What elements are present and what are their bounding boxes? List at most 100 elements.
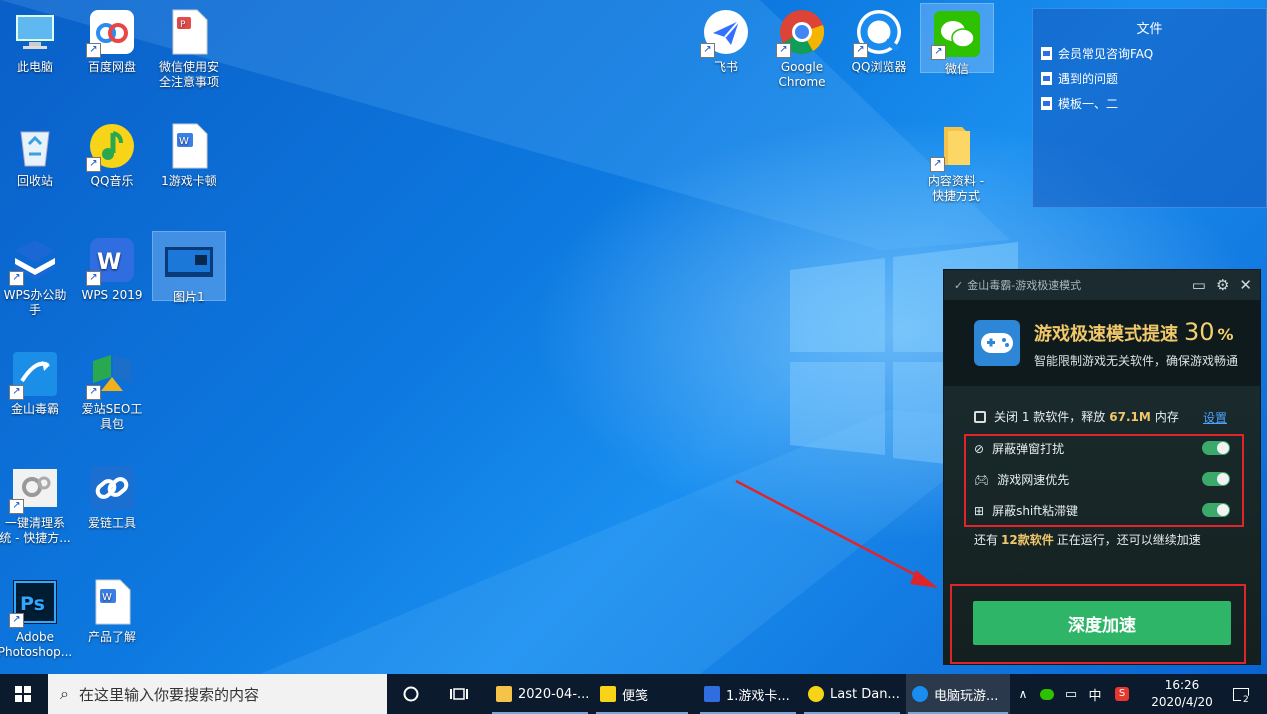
feedback-icon[interactable]: ▭: [1192, 276, 1206, 294]
remaining-prefix: 还有: [974, 533, 999, 547]
shortcut-arrow-icon: ↗: [9, 271, 24, 286]
desktop-icon-game-lag[interactable]: W 1游戏卡顿: [151, 116, 227, 189]
panel-title: 金山毒霸-游戏极速模式: [967, 279, 1082, 292]
close-icon[interactable]: ✕: [1239, 276, 1252, 294]
notification-center-button[interactable]: 2: [1226, 674, 1256, 714]
icon-label: 手: [28, 303, 41, 317]
clock-date: 2020/4/20: [1151, 695, 1213, 709]
icon-label: 回收站: [16, 174, 53, 188]
taskbar-app-qq-browser[interactable]: 电脑玩游...: [906, 674, 1010, 714]
cortana-circle-icon: [403, 686, 419, 702]
start-button[interactable]: [0, 674, 46, 714]
widget-file-item[interactable]: 遇到的问题: [1041, 70, 1266, 87]
desktop-icon-feishu[interactable]: ↗ 飞书: [688, 2, 764, 75]
desktop-icon-qq-browser[interactable]: ↗ QQ浏览器: [841, 2, 917, 75]
widget-file-item[interactable]: 模板一、二: [1041, 95, 1266, 112]
notification-count-badge: 2: [1241, 695, 1251, 705]
icon-label: WPS 2019: [81, 288, 143, 302]
widget-file-item[interactable]: 会员常见咨询FAQ: [1041, 45, 1266, 62]
app-label: 便笺: [622, 688, 649, 704]
icon-label: 全注意事项: [158, 75, 219, 89]
taskbar-search-box[interactable]: ⌕ 在这里输入你要搜索的内容: [48, 674, 387, 714]
taskbar-app-folder[interactable]: 2020-04-...: [490, 674, 590, 714]
desktop-icon-wps-assistant[interactable]: ↗ WPS办公助 手: [0, 230, 73, 318]
cortana-button[interactable]: [396, 674, 426, 714]
file-name: 遇到的问题: [1058, 72, 1119, 86]
icon-label: 百度网盘: [87, 60, 136, 74]
remaining-suffix: 正在运行，还可以继续加速: [1056, 533, 1201, 547]
duba-icon: ↗: [9, 350, 59, 400]
task-view-icon: [450, 688, 468, 700]
qq-music-icon: [808, 686, 824, 702]
status-suffix: 内存: [1154, 410, 1179, 424]
desktop-icon-content-folder[interactable]: ↗ 内容资料 - 快捷方式: [918, 116, 994, 204]
settings-link[interactable]: 设置: [1203, 409, 1227, 426]
shortcut-arrow-icon: ↗: [86, 271, 101, 286]
status-row: 关闭 1 款软件，释放 67.1M 内存: [974, 408, 1179, 425]
desktop-icon-qq-music[interactable]: ↗ QQ音乐: [74, 116, 150, 189]
deep-accelerate-button[interactable]: 深度加速: [973, 601, 1231, 645]
ime-indicator[interactable]: 中: [1086, 674, 1104, 714]
desktop-icon-chrome[interactable]: ↗ Google Chrome: [764, 2, 840, 90]
icon-label: Chrome: [778, 75, 826, 89]
taskbar-app-qq-music[interactable]: Last Dan...: [802, 674, 902, 714]
speedup-percent: 30: [1184, 317, 1215, 346]
desktop-icon-photoshop[interactable]: Ps ↗ Adobe Photoshop...: [0, 572, 73, 660]
headline-text: 游戏极速模式提速: [1034, 323, 1178, 345]
desktop-icon-product[interactable]: W 产品了解: [74, 572, 150, 645]
memory-freed: 67.1M: [1109, 409, 1151, 424]
icon-label: 此电脑: [16, 60, 53, 74]
svg-text:Ps: Ps: [20, 593, 45, 615]
qq-music-icon: ↗: [86, 122, 136, 172]
task-view-button[interactable]: [446, 674, 472, 714]
wps-document-icon: W: [88, 578, 136, 626]
chip-icon: [974, 410, 986, 423]
gear-icon[interactable]: ⚙: [1216, 276, 1229, 294]
network-icon[interactable]: ▭: [1062, 674, 1080, 714]
app-label: 电脑玩游...: [934, 688, 999, 704]
taskbar-app-wps-doc[interactable]: 1.游戏卡...: [698, 674, 798, 714]
desktop-icon-wechat[interactable]: ↗ 微信: [920, 3, 994, 76]
wps-icon: [704, 686, 720, 702]
desktop-icon-seo-tools[interactable]: ↗ 爱站SEO工 具包: [74, 344, 150, 432]
shortcut-arrow-icon: ↗: [9, 613, 24, 628]
chrome-icon: ↗: [776, 8, 826, 58]
pdf-document-icon: P: [165, 8, 213, 56]
icon-label: Google: [780, 60, 824, 74]
icon-label: 爱链工具: [87, 516, 136, 530]
icon-label: WPS办公助: [3, 288, 67, 302]
svg-text:W: W: [102, 592, 112, 603]
desktop-icon-wps-2019[interactable]: W ↗ WPS 2019: [74, 230, 150, 303]
icon-label: Adobe: [16, 630, 54, 644]
folder-icon: ↗: [930, 122, 980, 172]
desktop-icon-picture1[interactable]: 图片1: [152, 231, 226, 304]
desktop-icon-duba[interactable]: ↗ 金山毒霸: [0, 344, 73, 417]
desktop-icon-wechat-safety[interactable]: P 微信使用安 全注意事项: [151, 2, 227, 90]
taskbar-app-sticky-notes[interactable]: 便笺: [594, 674, 690, 714]
icon-label: QQ浏览器: [851, 60, 907, 74]
desktop-icon-recycle-bin[interactable]: 回收站: [0, 116, 73, 189]
percent-sign: %: [1217, 324, 1234, 344]
desktop-icon-cleaner[interactable]: ↗ 一键清理系 统 - 快捷方...: [0, 458, 73, 546]
clock[interactable]: 16:26 2020/4/20: [1142, 674, 1222, 714]
desktop: 此电脑 ↗ 百度网盘 P 微信使用安 全注意事项 回收站 ↗ QQ音乐 W 1游…: [0, 0, 1267, 674]
wechat-tray-icon[interactable]: [1038, 674, 1056, 714]
search-placeholder: 在这里输入你要搜索的内容: [78, 685, 259, 704]
headline-subtext: 智能限制游戏无关软件，确保游戏畅通: [1034, 353, 1239, 368]
show-hidden-icons[interactable]: ∧: [1016, 674, 1030, 714]
remaining-count: 12款软件: [1001, 533, 1054, 547]
shortcut-arrow-icon: ↗: [9, 499, 24, 514]
desktop-icon-this-pc[interactable]: 此电脑: [0, 2, 73, 75]
remaining-apps-row: 还有 12款软件 正在运行，还可以继续加速: [974, 531, 1201, 548]
desktop-icon-baidu-netdisk[interactable]: ↗ 百度网盘: [74, 2, 150, 75]
icon-label: 微信: [944, 62, 969, 76]
photoshop-icon: Ps ↗: [9, 578, 59, 628]
icon-label: QQ音乐: [90, 174, 134, 188]
desktop-icon-aisilian[interactable]: 爱链工具: [74, 458, 150, 531]
seo-tools-icon: ↗: [86, 350, 136, 400]
sogou-ime-icon[interactable]: S: [1112, 674, 1132, 714]
shortcut-arrow-icon: ↗: [776, 43, 791, 58]
shortcut-arrow-icon: ↗: [700, 43, 715, 58]
shortcut-arrow-icon: ↗: [853, 43, 868, 58]
qq-browser-icon: [912, 686, 928, 702]
